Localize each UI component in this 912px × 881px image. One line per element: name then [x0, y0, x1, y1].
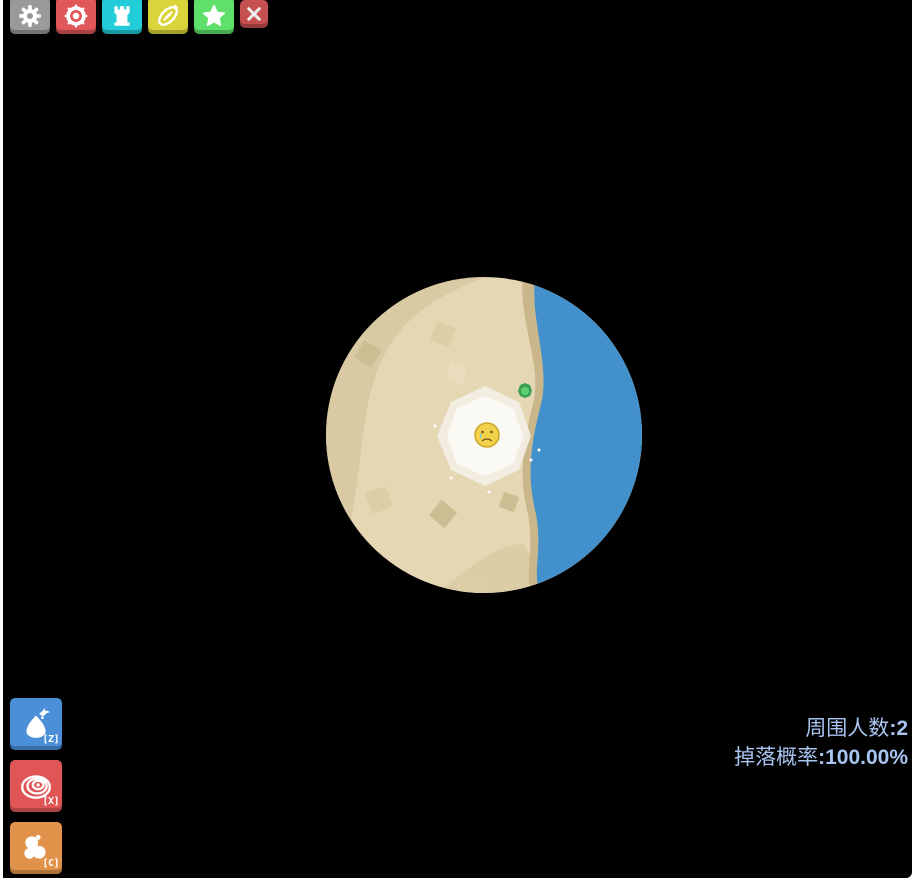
- skill-c-button[interactable]: [C]: [10, 822, 62, 874]
- target-ring-icon: [64, 4, 88, 27]
- nearby-count-row: 周围人数:2: [805, 717, 908, 740]
- sad-face-icon[interactable]: [474, 422, 500, 448]
- green-enemy-icon[interactable]: [518, 383, 532, 398]
- star-button[interactable]: [194, 0, 234, 34]
- skill-z-button[interactable]: [Z]: [10, 698, 62, 750]
- rugby-button[interactable]: [148, 0, 188, 34]
- top-toolbar: [10, 0, 268, 34]
- stats-panel: 周围人数:2 掉落概率:100.00%: [734, 714, 908, 772]
- skill-c-key: [C]: [42, 858, 59, 869]
- rook-tower-icon: [114, 5, 130, 26]
- skill-bar: [Z] [X] [C]: [10, 698, 62, 874]
- star-icon: [202, 4, 226, 26]
- rugby-ball-icon: [158, 4, 179, 26]
- settings-button[interactable]: [10, 0, 50, 34]
- nearby-count-label: 周围人数: [805, 717, 890, 740]
- skill-x-key: [X]: [42, 796, 59, 807]
- castle-button[interactable]: [102, 0, 142, 34]
- gear-icon: [19, 4, 41, 27]
- drop-rate-label: 掉落概率: [734, 746, 819, 769]
- world-map[interactable]: [323, 274, 645, 596]
- drop-rate-value: 100.00%: [825, 746, 908, 769]
- close-icon: [247, 7, 261, 21]
- skill-z-key: [Z]: [42, 734, 59, 745]
- game-canvas[interactable]: [Z] [X] [C] 周围人数:2 掉落概率:100.00%: [3, 0, 912, 878]
- drop-rate-row: 掉落概率:100.00%: [734, 746, 908, 769]
- target-button[interactable]: [56, 0, 96, 34]
- close-button[interactable]: [240, 0, 268, 28]
- nearby-count-value: 2: [896, 717, 908, 740]
- skill-x-button[interactable]: [X]: [10, 760, 62, 812]
